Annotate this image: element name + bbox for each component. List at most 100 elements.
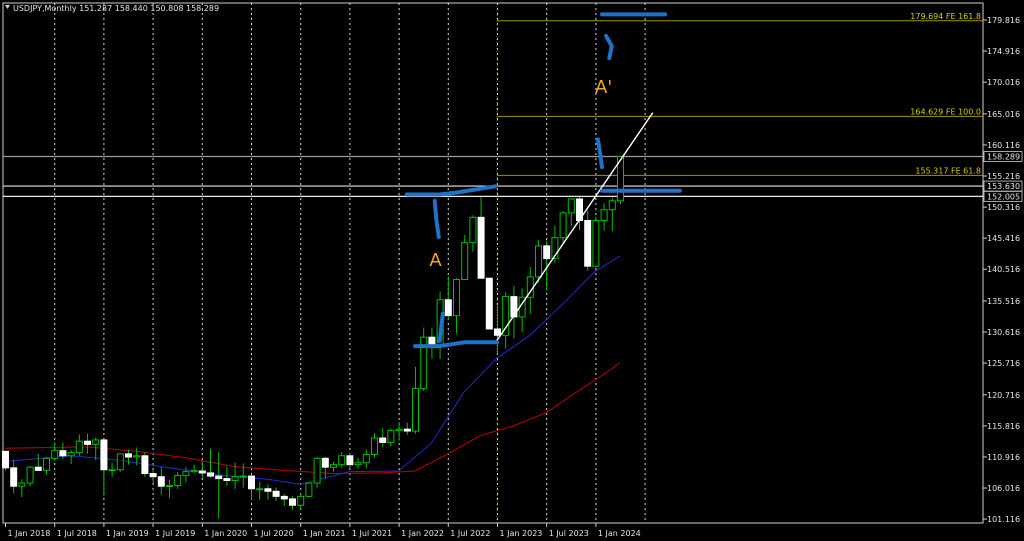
candle-body xyxy=(477,216,485,279)
usdjpy-monthly-chart: 1 Jan 2018 1 Jul 2018 1 Jan 2019 1 Jul 2019… xyxy=(0,0,1024,541)
y-tick-label: 174.916 xyxy=(987,47,1020,56)
candle-body xyxy=(297,495,305,506)
candle-body xyxy=(10,467,18,487)
candle-body xyxy=(543,245,551,260)
candle-body xyxy=(592,220,600,267)
candle-body xyxy=(100,439,108,471)
candle-body xyxy=(108,469,116,472)
candle-body xyxy=(313,457,321,484)
candle-body xyxy=(92,439,100,445)
y-tick-label: 130.616 xyxy=(987,328,1020,337)
candle-body xyxy=(84,440,91,445)
y-tick-label: 125.716 xyxy=(987,359,1020,368)
candle-body xyxy=(494,328,501,336)
candle-body xyxy=(43,457,50,471)
y-tick-label: 160.116 xyxy=(987,141,1020,150)
candle-body xyxy=(387,429,395,443)
hand-drawn-stroke xyxy=(413,340,499,349)
candle-body xyxy=(51,450,59,459)
candle-body xyxy=(403,428,411,432)
candle-body xyxy=(379,437,387,443)
x-tick-label: 1 Jan 2019 xyxy=(106,529,149,538)
candle-body xyxy=(346,455,354,466)
candle-body xyxy=(2,450,9,469)
plot-frame xyxy=(2,2,984,524)
candle-body xyxy=(223,478,231,482)
fib-level-label: 179.694 FE 161.8 xyxy=(910,12,981,21)
candle-body xyxy=(600,209,608,222)
candle-body xyxy=(157,476,165,487)
candle-body xyxy=(231,476,239,482)
candle-body xyxy=(264,488,272,492)
x-tick-label: 1 Jan 2020 xyxy=(204,529,247,538)
candle-body xyxy=(559,212,567,239)
candle-body xyxy=(182,471,190,476)
y-tick-label: 140.516 xyxy=(987,265,1020,274)
y-tick-label: 101.116 xyxy=(987,515,1020,524)
candle-body xyxy=(149,473,157,478)
candle-body xyxy=(125,453,132,458)
hand-drawn-stroke xyxy=(604,34,614,61)
candle-body xyxy=(239,475,247,478)
triangle-down-icon xyxy=(5,5,10,9)
candle-body xyxy=(280,495,288,500)
candle-body xyxy=(67,452,75,457)
candle-body xyxy=(133,455,141,458)
x-tick-label: 1 Jul 2022 xyxy=(450,529,490,538)
price-label: 152.005 xyxy=(987,192,1020,201)
pattern-annotation: A xyxy=(429,250,442,271)
pattern-annotation: A' xyxy=(595,77,612,98)
trendline xyxy=(496,112,654,341)
candle-body xyxy=(510,296,518,318)
candle-body xyxy=(174,474,182,487)
y-tick-label: 179.816 xyxy=(987,16,1020,25)
y-tick-label: 145.416 xyxy=(987,234,1020,243)
hand-drawn-stroke xyxy=(595,137,604,170)
candle-body xyxy=(395,428,403,431)
y-tick-label: 106.016 xyxy=(987,484,1020,493)
y-tick-label: 155.216 xyxy=(987,172,1020,181)
x-tick-label: 1 Jul 2019 xyxy=(155,529,195,538)
x-tick-label: 1 Jul 2020 xyxy=(254,529,294,538)
candle-body xyxy=(321,457,329,468)
candle-body xyxy=(608,200,616,211)
candle-body xyxy=(18,482,26,487)
candle-body xyxy=(198,470,206,474)
x-tick-label: 1 Jan 2023 xyxy=(500,529,543,538)
fib-level-label: 155.317 FE 61.8 xyxy=(915,166,981,175)
candle-body xyxy=(453,278,460,317)
candle-body xyxy=(289,498,296,506)
x-tick-label: 1 Jan 2024 xyxy=(598,529,641,538)
candle-body xyxy=(116,453,124,471)
price-label: 158.289 xyxy=(987,153,1020,162)
moving-average-line xyxy=(4,362,621,475)
price-label: 153.630 xyxy=(987,182,1020,191)
candle-body xyxy=(215,475,223,480)
candle-body xyxy=(485,277,493,330)
candle-body xyxy=(338,455,346,466)
candlestick-chart-svg: 1 Jan 2018 1 Jul 2018 1 Jan 2019 1 Jul 2019… xyxy=(2,2,1023,538)
candle-body xyxy=(444,299,452,317)
candle-body xyxy=(371,437,378,456)
candle-body xyxy=(141,455,149,475)
x-tick-label: 1 Jul 2023 xyxy=(549,529,589,538)
candle-body xyxy=(469,216,477,244)
candle-body xyxy=(248,475,255,490)
candle-body xyxy=(330,464,337,468)
candle-body xyxy=(272,490,280,497)
candle-body xyxy=(207,472,214,477)
y-tick-label: 165.016 xyxy=(987,110,1020,119)
candle-body xyxy=(535,245,542,278)
x-tick-label: 1 Jan 2022 xyxy=(401,529,444,538)
x-tick-label: 1 Jan 2021 xyxy=(303,529,346,538)
candle-body xyxy=(166,485,173,488)
candle-body xyxy=(461,242,469,280)
candle-body xyxy=(584,220,592,267)
candle-body xyxy=(256,488,264,491)
candle-body xyxy=(190,469,198,473)
candle-body xyxy=(354,462,362,466)
candle-body xyxy=(59,450,67,457)
y-tick-label: 110.916 xyxy=(987,453,1020,462)
candle-body xyxy=(305,482,313,497)
y-tick-label: 135.516 xyxy=(987,297,1020,306)
